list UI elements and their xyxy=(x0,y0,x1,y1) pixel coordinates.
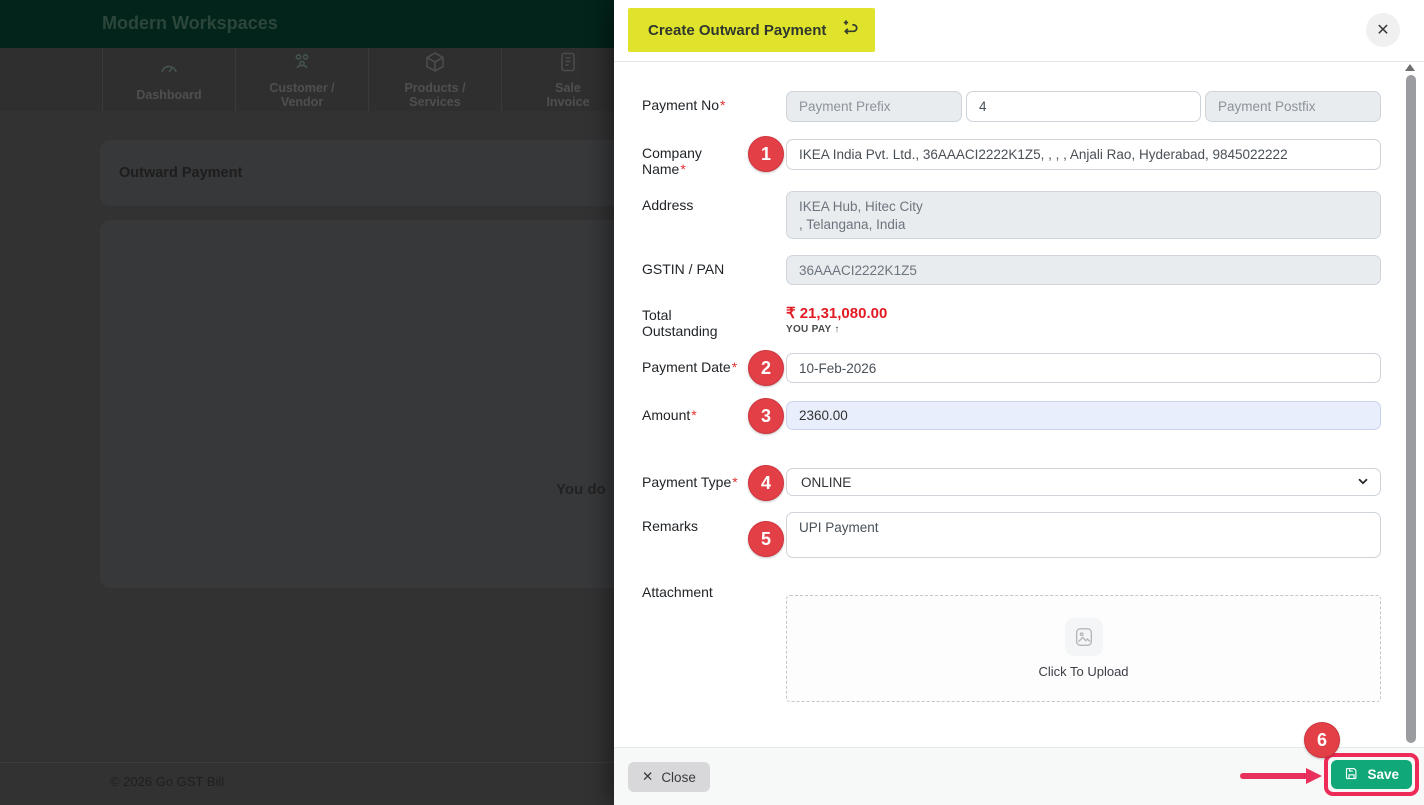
gauge-icon xyxy=(157,57,181,86)
page-title: Outward Payment xyxy=(119,165,242,181)
company-name-label: Company Name* xyxy=(642,139,746,177)
step-badge-5: 5 xyxy=(748,521,784,557)
attachment-label: Attachment xyxy=(642,578,746,600)
remarks-row: Remarks 5 UPI Payment xyxy=(642,512,1381,558)
attachment-upload-dropzone[interactable]: Click To Upload xyxy=(786,595,1381,702)
address-textarea[interactable]: IKEA Hub, Hitec City , Telangana, India xyxy=(786,191,1381,239)
amount-row: Amount* 3 xyxy=(642,401,1381,434)
address-row: Address IKEA Hub, Hitec City , Telangana… xyxy=(642,191,1381,239)
payment-date-row: Payment Date* 2 xyxy=(642,353,1381,386)
payment-no-row: Payment No* xyxy=(642,91,1381,122)
payment-prefix-input[interactable] xyxy=(786,91,962,122)
chevron-down-icon xyxy=(1356,474,1370,491)
payment-type-select[interactable]: ONLINE xyxy=(786,468,1381,496)
nav-tab-label: Sale Invoice xyxy=(537,82,599,110)
payment-date-label: Payment Date* xyxy=(642,353,746,375)
total-outstanding-label: Total Outstanding xyxy=(642,301,746,339)
remarks-textarea[interactable]: UPI Payment xyxy=(786,512,1381,558)
nav-logo-cell xyxy=(0,48,103,111)
you-pay-indicator: YOU PAY ↑ xyxy=(786,324,1381,335)
nav-tab-products-services[interactable]: Products / Services xyxy=(369,48,502,111)
amount-label: Amount* xyxy=(642,401,746,423)
gstin-pan-row: GSTIN / PAN xyxy=(642,255,1381,285)
step-badge-6: 6 xyxy=(1304,722,1340,758)
app-title: Modern Workspaces xyxy=(102,13,278,34)
create-outward-payment-modal: Create Outward Payment ✕ Payment No* Com… xyxy=(614,0,1424,805)
upload-text: Click To Upload xyxy=(1038,664,1128,679)
up-arrow-icon: ↑ xyxy=(834,324,839,335)
people-icon xyxy=(290,50,314,79)
nav-tab-label: Products / Services xyxy=(380,82,490,110)
step-badge-4: 4 xyxy=(748,465,784,501)
company-name-row: Company Name* 1 xyxy=(642,139,1381,177)
modal-header: Create Outward Payment ✕ xyxy=(614,0,1424,62)
copyright-text: © 2026 Go GST Bill xyxy=(110,774,224,789)
close-icon: ✕ xyxy=(1376,20,1389,40)
empty-state-text: You do xyxy=(556,481,606,498)
save-icon xyxy=(1344,766,1359,784)
payment-number-input[interactable] xyxy=(966,91,1201,122)
step-badge-2: 2 xyxy=(748,350,784,386)
company-name-input[interactable] xyxy=(786,139,1381,170)
image-icon xyxy=(1065,618,1103,656)
payment-date-input[interactable] xyxy=(786,353,1381,383)
gstin-pan-label: GSTIN / PAN xyxy=(642,255,746,277)
total-outstanding-row: Total Outstanding ₹ 21,31,080.00 YOU PAY… xyxy=(642,301,1381,339)
nav-tab-label: Dashboard xyxy=(136,89,201,103)
address-label: Address xyxy=(642,191,746,213)
payment-type-value: ONLINE xyxy=(801,475,851,490)
payment-type-row: Payment Type* 4 ONLINE xyxy=(642,468,1381,501)
save-button[interactable]: Save xyxy=(1331,760,1412,789)
attachment-row: Attachment Click To Upload xyxy=(642,578,1381,702)
scrollbar-thumb[interactable] xyxy=(1406,75,1416,743)
outstanding-amount: ₹ 21,31,080.00 xyxy=(786,301,1381,322)
annotation-highlight-box: Save xyxy=(1324,753,1419,796)
package-icon xyxy=(423,50,447,79)
modal-title: Create Outward Payment xyxy=(648,22,826,39)
gstin-pan-input[interactable] xyxy=(786,255,1381,285)
payment-postfix-input[interactable] xyxy=(1205,91,1381,122)
amount-input[interactable] xyxy=(786,401,1381,430)
step-badge-1: 1 xyxy=(748,136,784,172)
close-icon: ✕ xyxy=(642,769,653,785)
payment-type-label: Payment Type* xyxy=(642,468,746,490)
nav-tab-label: Customer / Vendor xyxy=(247,82,357,110)
modal-title-highlight: Create Outward Payment xyxy=(628,8,875,52)
close-button[interactable]: ✕ Close xyxy=(628,762,710,792)
payment-no-label: Payment No* xyxy=(642,91,746,113)
remarks-label: Remarks xyxy=(642,512,746,534)
modal-close-button[interactable]: ✕ xyxy=(1366,13,1400,47)
invoice-icon xyxy=(556,50,580,79)
nav-tab-customer-vendor[interactable]: Customer / Vendor xyxy=(236,48,369,111)
step-badge-3: 3 xyxy=(748,398,784,434)
annotation-arrow xyxy=(1240,768,1328,784)
nav-tab-dashboard[interactable]: Dashboard xyxy=(103,48,236,111)
reset-icon[interactable] xyxy=(840,18,859,42)
scrollbar-up-arrow-icon[interactable] xyxy=(1405,64,1415,71)
